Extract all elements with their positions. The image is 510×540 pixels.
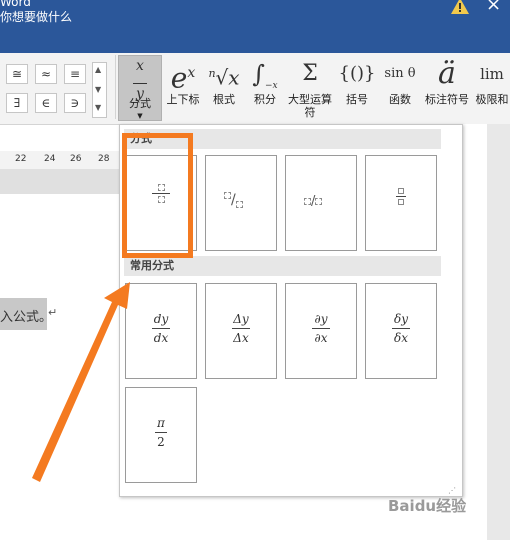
large-operator-button[interactable]: Σ 大型运算符 xyxy=(285,55,335,121)
symbol-identical[interactable]: ≡ xyxy=(64,64,86,84)
large-operator-label: 大型运算符 xyxy=(288,93,332,119)
integral-label: 积分 xyxy=(254,93,276,106)
delta-y-delta-x-tile[interactable]: Δy Δx xyxy=(205,283,277,379)
function-button[interactable]: sin θ 函数 xyxy=(380,55,420,121)
script-button[interactable]: ex 上下标 xyxy=(163,55,203,121)
linear-fraction-tile[interactable]: / xyxy=(285,155,357,251)
denominator: 2 xyxy=(157,435,165,449)
accent-button[interactable]: ä 标注符号 xyxy=(422,55,472,121)
scroll-up-icon[interactable]: ▲ xyxy=(95,65,101,74)
symbol-congruent[interactable]: ≅ xyxy=(6,64,28,84)
small-delta-y-x-tile[interactable]: δy δx xyxy=(365,283,437,379)
fraction-label: 分式 xyxy=(129,97,151,110)
dropdown-chevron-icon: ▼ xyxy=(137,112,143,120)
function-label: 函数 xyxy=(389,93,411,106)
skewed-fraction-tile[interactable]: / xyxy=(205,155,277,251)
numerator: δy xyxy=(393,312,408,326)
warning-icon[interactable] xyxy=(450,0,470,16)
dy-dx-tile[interactable]: dy dx xyxy=(125,283,197,379)
symbol-contains[interactable]: ∋ xyxy=(64,93,86,113)
small-fraction-tile[interactable] xyxy=(365,155,437,251)
radical-button[interactable]: n√x 根式 xyxy=(206,55,242,121)
document-text[interactable]: 入公式。 xyxy=(0,306,52,325)
limit-button[interactable]: lim 极限和 xyxy=(474,55,510,121)
numerator: π xyxy=(157,416,165,430)
ruler-tick: 24 xyxy=(44,154,56,164)
accent-label: 标注符号 xyxy=(425,93,469,106)
page-edge xyxy=(463,124,487,540)
highlight-box xyxy=(122,133,193,258)
group-separator xyxy=(115,55,116,119)
watermark: Baidu经验 xyxy=(388,497,467,515)
script-icon: ex xyxy=(170,61,196,95)
radical-icon: n√x xyxy=(208,65,240,90)
ruler-tick: 26 xyxy=(70,154,82,164)
document-page[interactable] xyxy=(0,194,120,540)
accent-icon: ä xyxy=(438,56,456,91)
tell-me-bar xyxy=(0,22,510,53)
sigma-icon: Σ xyxy=(302,61,318,86)
partial-y-partial-x-tile[interactable]: ∂y ∂x xyxy=(285,283,357,379)
script-label: 上下标 xyxy=(166,93,200,106)
fraction-button[interactable]: xy 分式 ▼ xyxy=(118,55,162,121)
fraction-icon: xy xyxy=(119,56,161,101)
close-icon[interactable]: × xyxy=(486,0,501,15)
symbol-element-of[interactable]: ∈ xyxy=(35,93,57,113)
radical-label: 根式 xyxy=(213,93,235,106)
numerator: dy xyxy=(153,312,169,326)
title-bar xyxy=(0,0,510,22)
resize-grip-icon[interactable]: ⋰ xyxy=(448,486,456,495)
tell-me-search[interactable]: 你想要做什么 xyxy=(0,8,72,25)
symbol-approx[interactable]: ≈ xyxy=(35,64,57,84)
limit-icon: lim xyxy=(480,65,504,83)
limit-label: 极限和 xyxy=(475,93,509,106)
bracket-label: 括号 xyxy=(346,93,368,106)
paragraph-mark: ↵ xyxy=(48,306,58,319)
scroll-down-icon[interactable]: ▼ xyxy=(95,85,101,94)
pi-over-2-tile[interactable]: π2 xyxy=(125,387,197,483)
numerator: Δy xyxy=(233,312,249,326)
ruler: 22 24 26 28 xyxy=(0,151,120,169)
integral-button[interactable]: ∫−x 积分 xyxy=(248,55,282,121)
symbol-exists[interactable]: ∃ xyxy=(6,93,28,113)
section-common-fraction-header: 常用分式 xyxy=(124,256,441,276)
denominator: δx xyxy=(394,331,408,345)
more-icon[interactable]: ▼ xyxy=(95,103,101,112)
denominator: dx xyxy=(153,331,169,345)
ruler-tick: 28 xyxy=(98,154,110,164)
symbol-gallery-scroll[interactable]: ▲ ▼ ▼ xyxy=(92,62,107,118)
denominator: Δx xyxy=(233,331,249,345)
denominator: ∂x xyxy=(314,331,328,345)
ruler-band xyxy=(0,169,120,194)
numerator: ∂y xyxy=(314,312,328,326)
bracket-icon: {()} xyxy=(338,63,376,84)
ruler-tick: 22 xyxy=(15,154,27,164)
function-icon: sin θ xyxy=(384,66,416,81)
bracket-button[interactable]: {()} 括号 xyxy=(338,55,376,121)
integral-icon: ∫−x xyxy=(252,60,278,91)
